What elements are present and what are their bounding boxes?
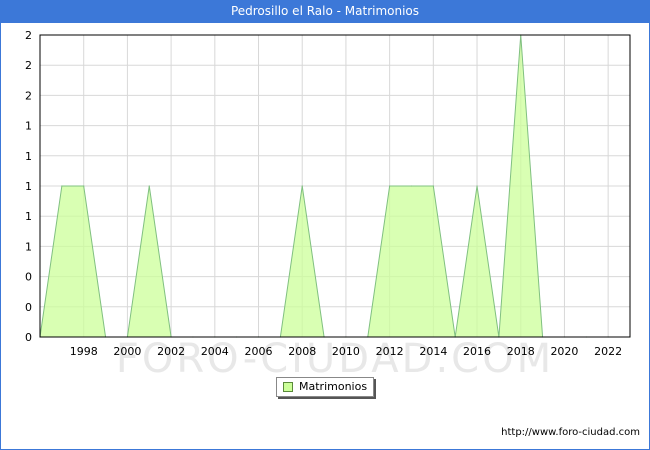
y-tick-label: 1 — [25, 120, 32, 133]
data-point — [61, 185, 63, 187]
x-tick-label: 2004 — [201, 345, 229, 358]
data-point — [389, 185, 391, 187]
watermark-text: FORO-CIUDAD.COM — [116, 336, 554, 382]
data-point — [432, 185, 434, 187]
y-tick-label: 1 — [25, 240, 32, 253]
y-tick-label: 1 — [25, 150, 32, 163]
x-tick-label: 2010 — [332, 345, 360, 358]
data-point — [83, 185, 85, 187]
y-tick-label: 1 — [25, 180, 32, 193]
y-tick-label: 0 — [25, 331, 32, 344]
x-tick-label: 2018 — [507, 345, 535, 358]
x-tick-label: 2006 — [245, 345, 273, 358]
x-tick-label: 2002 — [157, 345, 185, 358]
x-tick-label: 2022 — [594, 345, 622, 358]
x-tick-label: 2012 — [376, 345, 404, 358]
y-tick-label: 2 — [25, 59, 32, 72]
data-point — [476, 185, 478, 187]
y-tick-label: 1 — [25, 210, 32, 223]
chart-legend: Matrimonios — [276, 377, 374, 397]
x-tick-label: 2014 — [419, 345, 447, 358]
x-tick-label: 2020 — [550, 345, 578, 358]
source-url: http://www.foro-ciudad.com — [501, 427, 640, 438]
data-point — [301, 185, 303, 187]
y-tick-label: 0 — [25, 271, 32, 284]
y-tick-label: 0 — [25, 301, 32, 314]
y-tick-label: 2 — [25, 29, 32, 42]
x-tick-label: 2008 — [288, 345, 316, 358]
x-tick-label: 1998 — [70, 345, 98, 358]
x-tick-label: 2016 — [463, 345, 491, 358]
legend-label: Matrimonios — [299, 380, 368, 393]
legend-swatch — [283, 382, 293, 392]
y-tick-label: 2 — [25, 89, 32, 102]
data-point — [148, 185, 150, 187]
x-tick-label: 2000 — [113, 345, 141, 358]
data-point — [410, 185, 413, 187]
